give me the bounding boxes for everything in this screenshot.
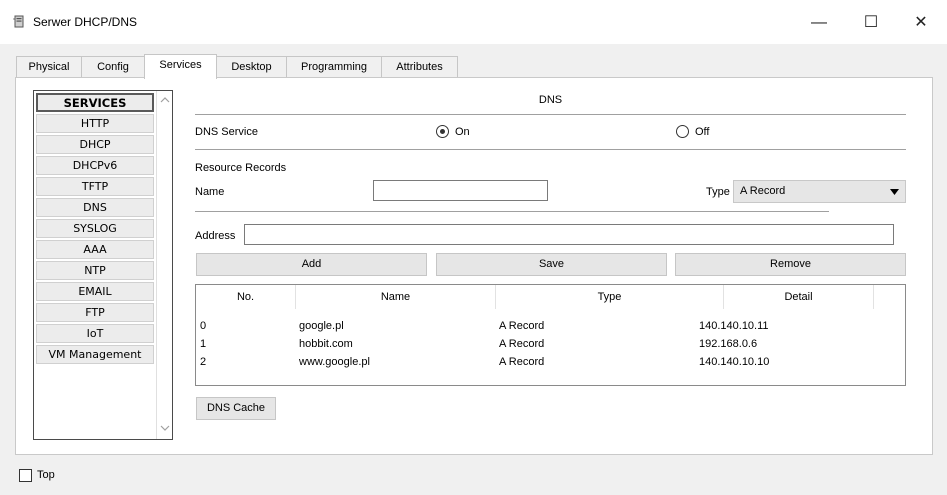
- service-item-dhcp[interactable]: DHCP: [36, 135, 154, 154]
- address-label: Address: [195, 230, 236, 242]
- caret-down-icon: [890, 189, 899, 195]
- table-cell-no[interactable]: 0: [200, 318, 206, 334]
- name-label: Name: [195, 186, 225, 198]
- tab-attributes[interactable]: Attributes: [381, 56, 458, 78]
- dns-title: DNS: [538, 94, 563, 106]
- service-item-iot[interactable]: IoT: [36, 324, 154, 343]
- table-cell-name[interactable]: hobbit.com: [299, 336, 353, 352]
- dns-service-label: DNS Service: [195, 126, 258, 138]
- table-cell-detail[interactable]: 192.168.0.6: [699, 336, 757, 352]
- server-tower-icon: [13, 15, 24, 28]
- window-title: Serwer DHCP/DNS: [33, 15, 138, 29]
- maximize-button[interactable]: ☐: [848, 8, 894, 38]
- table-cell-name[interactable]: www.google.pl: [299, 354, 370, 370]
- dns-records-table: No. Name Type Detail 0 google.pl A Recor…: [195, 284, 906, 386]
- column-header-name[interactable]: Name: [296, 285, 496, 309]
- address-input[interactable]: [244, 224, 894, 245]
- type-label: Type: [706, 186, 730, 198]
- table-cell-name[interactable]: google.pl: [299, 318, 344, 334]
- service-item-vm-management[interactable]: VM Management: [36, 345, 154, 364]
- column-header-no[interactable]: No.: [196, 285, 296, 309]
- chevron-up-icon[interactable]: [160, 95, 170, 105]
- services-list: SERVICES HTTP DHCP DHCPv6 TFTP DNS SYSLO…: [33, 90, 173, 440]
- table-cell-detail[interactable]: 140.140.10.10: [699, 354, 769, 370]
- name-input[interactable]: [373, 180, 548, 201]
- service-item-ftp[interactable]: FTP: [36, 303, 154, 322]
- table-cell-type[interactable]: A Record: [499, 318, 544, 334]
- service-item-syslog[interactable]: SYSLOG: [36, 219, 154, 238]
- resource-records-label: Resource Records: [195, 162, 287, 174]
- table-cell-type[interactable]: A Record: [499, 354, 544, 370]
- service-item-aaa[interactable]: AAA: [36, 240, 154, 259]
- remove-button[interactable]: Remove: [675, 253, 906, 276]
- type-select-value: A Record: [740, 185, 786, 197]
- table-cell-type[interactable]: A Record: [499, 336, 544, 352]
- tab-programming[interactable]: Programming: [286, 56, 382, 78]
- save-button[interactable]: Save: [436, 253, 667, 276]
- service-item-http[interactable]: HTTP: [36, 114, 154, 133]
- type-select[interactable]: A Record: [733, 180, 906, 203]
- top-checkbox-label[interactable]: Top: [37, 469, 55, 481]
- service-item-dhcpv6[interactable]: DHCPv6: [36, 156, 154, 175]
- dns-off-label[interactable]: Off: [695, 126, 709, 138]
- services-scrollbar[interactable]: [156, 91, 172, 439]
- close-button[interactable]: ✕: [898, 8, 944, 38]
- dns-cache-button[interactable]: DNS Cache: [196, 397, 276, 420]
- add-button[interactable]: Add: [196, 253, 427, 276]
- chevron-down-icon[interactable]: [160, 423, 170, 433]
- top-checkbox[interactable]: [19, 469, 32, 482]
- dns-on-label[interactable]: On: [455, 126, 470, 138]
- service-item-ntp[interactable]: NTP: [36, 261, 154, 280]
- divider: [195, 211, 829, 212]
- tab-desktop[interactable]: Desktop: [216, 56, 287, 78]
- divider: [195, 114, 906, 115]
- table-cell-no[interactable]: 1: [200, 336, 206, 352]
- tab-config[interactable]: Config: [81, 56, 145, 78]
- column-header-type[interactable]: Type: [496, 285, 724, 309]
- column-header-detail[interactable]: Detail: [724, 285, 874, 309]
- tab-services[interactable]: Services: [144, 54, 217, 79]
- service-item-email[interactable]: EMAIL: [36, 282, 154, 301]
- service-item-dns[interactable]: DNS: [36, 198, 154, 217]
- title-bar: Serwer DHCP/DNS — ☐ ✕: [0, 0, 947, 44]
- table-cell-detail[interactable]: 140.140.10.11: [699, 318, 769, 334]
- dns-off-radio[interactable]: [676, 125, 689, 138]
- services-header: SERVICES: [36, 93, 154, 112]
- app-window: Serwer DHCP/DNS — ☐ ✕ Physical Config Se…: [0, 0, 947, 495]
- divider: [195, 149, 906, 150]
- minimize-button[interactable]: —: [796, 8, 842, 38]
- dns-on-radio[interactable]: [436, 125, 449, 138]
- tab-physical[interactable]: Physical: [16, 56, 82, 78]
- service-item-tftp[interactable]: TFTP: [36, 177, 154, 196]
- table-cell-no[interactable]: 2: [200, 354, 206, 370]
